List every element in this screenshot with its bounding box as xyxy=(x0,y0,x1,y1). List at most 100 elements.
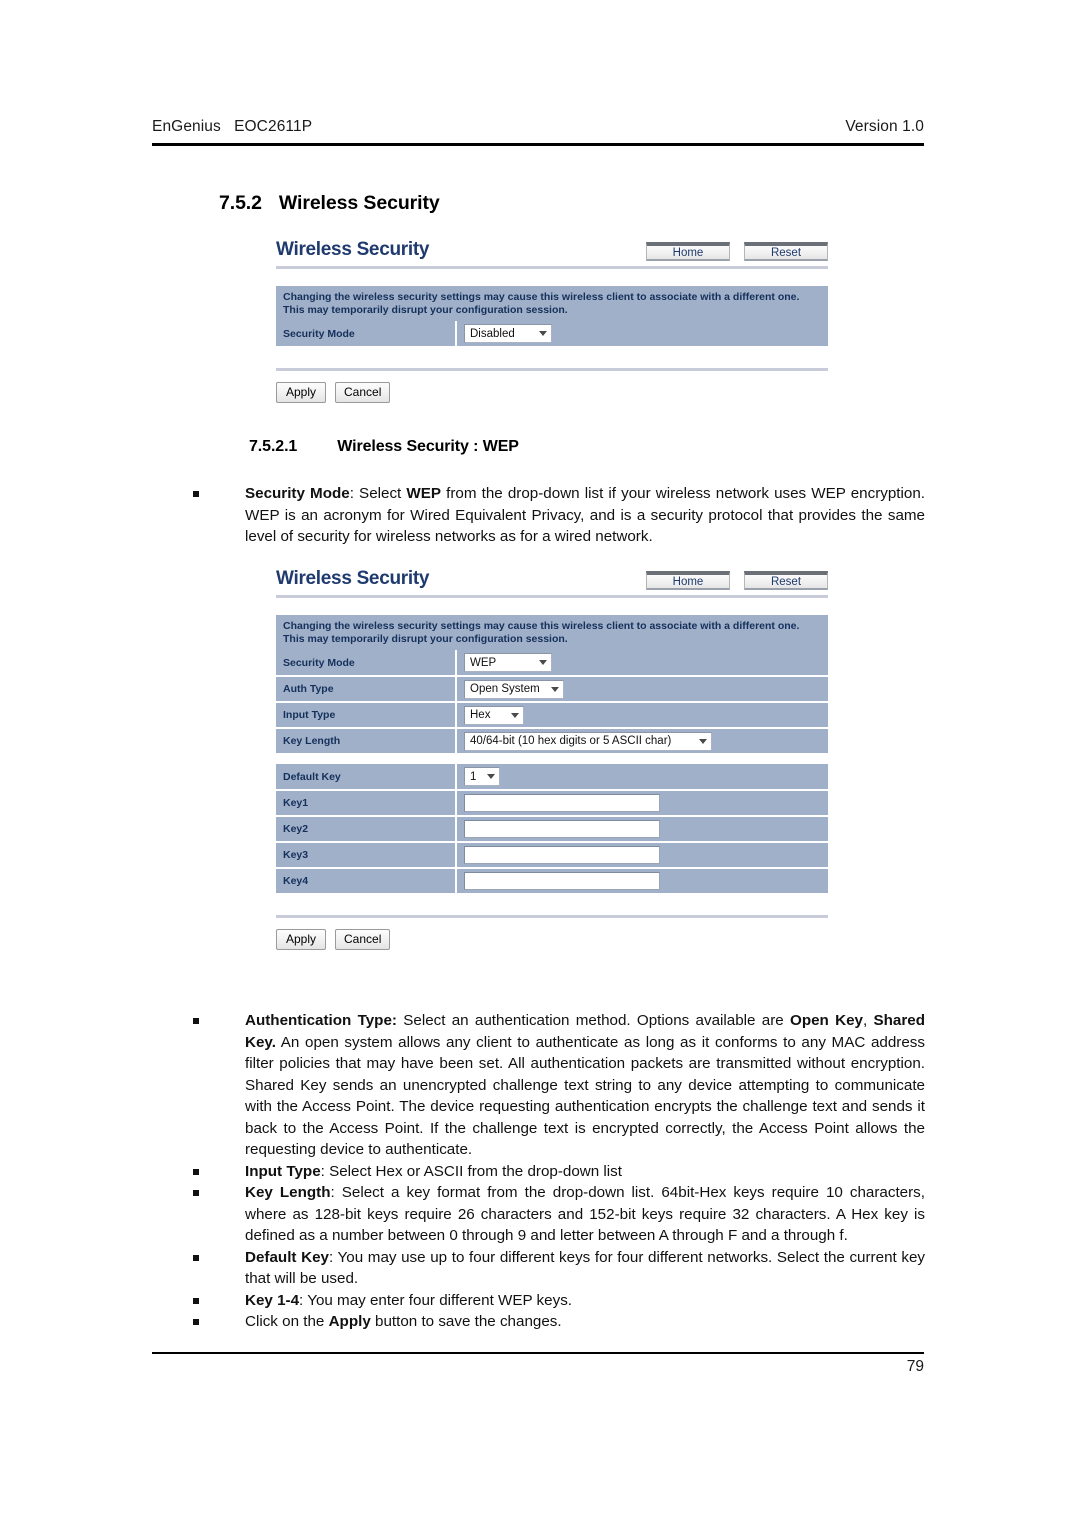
warning-notice: Changing the wireless security settings … xyxy=(276,286,828,321)
panel-nav-buttons: Home Reset xyxy=(646,240,828,261)
field-security-mode: Disabled xyxy=(456,321,828,348)
notice-line-1: Changing the wireless security settings … xyxy=(283,620,800,632)
screenshot-wireless-security-wep: Wireless Security Home Reset Changing th… xyxy=(276,569,828,950)
header-divider xyxy=(152,143,924,146)
panel-action-buttons: Apply Cancel xyxy=(276,929,828,950)
key3-input[interactable] xyxy=(464,846,660,864)
field-default-key: 1 xyxy=(456,764,828,791)
label-key2: Key2 xyxy=(276,816,457,843)
apply-button[interactable]: Apply xyxy=(276,929,326,950)
running-header: EnGenius EOC2611P Version 1.0 xyxy=(152,118,924,136)
header-version: Version 1.0 xyxy=(845,118,924,135)
field-key4 xyxy=(456,868,828,895)
bullet-authentication-type: Authentication Type: Select an authentic… xyxy=(190,1010,925,1161)
panel-header: Wireless Security Home Reset xyxy=(276,240,828,261)
document-page: EnGenius EOC2611P Version 1.0 7.5.2 Wirel… xyxy=(0,0,1080,1527)
panel-title: Wireless Security xyxy=(276,568,430,589)
security-mode-select[interactable]: WEP xyxy=(464,653,552,673)
field-key1 xyxy=(456,790,828,817)
bullet-default-key: Default Key: You may use up to four diff… xyxy=(190,1247,925,1290)
home-button[interactable]: Home xyxy=(646,571,730,590)
footer-divider xyxy=(152,1352,924,1354)
section-heading-7-5-2-1: 7.5.2.1 Wireless Security : WEP xyxy=(249,438,519,456)
panel-header: Wireless Security Home Reset xyxy=(276,569,828,590)
security-mode-select[interactable]: Disabled xyxy=(464,324,552,344)
apply-button[interactable]: Apply xyxy=(276,382,326,403)
chevron-down-icon xyxy=(487,774,495,780)
table-row-security-mode: Security Mode Disabled xyxy=(276,321,828,348)
screenshot-wireless-security-disabled: Wireless Security Home Reset Changing th… xyxy=(276,240,828,403)
field-auth-type: Open System xyxy=(456,676,828,703)
label-default-key: Default Key xyxy=(276,764,457,791)
key-length-select[interactable]: 40/64-bit (10 hex digits or 5 ASCII char… xyxy=(464,731,712,751)
subsection-title: Wireless Security : WEP xyxy=(337,438,519,455)
security-mode-value: Disabled xyxy=(470,327,515,340)
section-title: Wireless Security xyxy=(278,192,440,214)
header-product-name: EnGenius EOC2611P xyxy=(152,118,313,135)
label-key1: Key1 xyxy=(276,790,457,817)
default-key-select[interactable]: 1 xyxy=(464,767,500,787)
notice-line-2: This may temporarily disrupt your config… xyxy=(283,303,568,316)
table-row-default-key: Default Key 1 xyxy=(276,764,828,791)
section-number: 7.5.2 xyxy=(219,192,262,214)
field-key3 xyxy=(456,842,828,869)
table-row-auth-type: Auth Type Open System xyxy=(276,676,828,703)
warning-notice: Changing the wireless security settings … xyxy=(276,615,828,650)
chevron-down-icon xyxy=(539,660,547,666)
key2-input[interactable] xyxy=(464,820,660,838)
label-auth-type: Auth Type xyxy=(276,676,457,703)
label-security-mode: Security Mode xyxy=(276,321,457,348)
bullet-apply: Click on the Apply button to save the ch… xyxy=(190,1311,925,1333)
input-type-select[interactable]: Hex xyxy=(464,705,524,725)
bullet-key-1-4: Key 1-4: You may enter four different WE… xyxy=(190,1290,925,1312)
page-number: 79 xyxy=(906,1358,924,1375)
bullet-group-wep-settings: Authentication Type: Select an authentic… xyxy=(190,1010,925,1333)
field-input-type: Hex xyxy=(456,702,828,729)
label-security-mode: Security Mode xyxy=(276,650,457,677)
home-button[interactable]: Home xyxy=(646,242,730,261)
input-type-value: Hex xyxy=(470,709,491,722)
key-length-value: 40/64-bit (10 hex digits or 5 ASCII char… xyxy=(470,735,672,748)
field-key2 xyxy=(456,816,828,843)
bullet-security-mode: Security Mode: Select WEP from the drop-… xyxy=(190,483,925,548)
key4-input[interactable] xyxy=(464,872,660,890)
label-key4: Key4 xyxy=(276,868,457,895)
notice-line-1: Changing the wireless security settings … xyxy=(283,291,800,303)
chevron-down-icon xyxy=(539,331,547,337)
chevron-down-icon xyxy=(699,738,707,744)
cancel-button[interactable]: Cancel xyxy=(335,382,391,403)
key1-input[interactable] xyxy=(464,794,660,812)
table-row-key4: Key4 xyxy=(276,868,828,895)
table-row-key3: Key3 xyxy=(276,842,828,869)
label-key-length: Key Length xyxy=(276,728,457,755)
reset-button[interactable]: Reset xyxy=(744,571,828,590)
section-heading-7-5-2: 7.5.2 Wireless Security xyxy=(219,192,440,215)
table-row-input-type: Input Type Hex xyxy=(276,702,828,729)
notice-line-2: This may temporarily disrupt your config… xyxy=(283,632,568,645)
table-spacer xyxy=(276,754,828,764)
cancel-button[interactable]: Cancel xyxy=(335,929,391,950)
label-key3: Key3 xyxy=(276,842,457,869)
auth-type-select[interactable]: Open System xyxy=(464,679,564,699)
table-row-key1: Key1 xyxy=(276,790,828,817)
chevron-down-icon xyxy=(511,712,519,718)
security-settings-table: Security Mode Disabled xyxy=(276,321,828,348)
subsection-number: 7.5.2.1 xyxy=(249,438,298,455)
chevron-down-icon xyxy=(551,686,559,692)
table-spacer-cell xyxy=(276,754,828,764)
bullet-key-length: Key Length: Select a key format from the… xyxy=(190,1182,925,1247)
panel-nav-buttons: Home Reset xyxy=(646,569,828,590)
table-row-security-mode: Security Mode WEP xyxy=(276,650,828,677)
field-security-mode: WEP xyxy=(456,650,828,677)
panel-title: Wireless Security xyxy=(276,239,430,260)
panel-action-buttons: Apply Cancel xyxy=(276,382,828,403)
wep-settings-table: Security Mode WEP Auth Type Open System xyxy=(276,650,828,895)
auth-type-value: Open System xyxy=(470,683,540,696)
security-mode-value: WEP xyxy=(470,656,497,669)
bullet-group-security-mode: Security Mode: Select WEP from the drop-… xyxy=(190,483,925,548)
default-key-value: 1 xyxy=(470,770,477,783)
reset-button[interactable]: Reset xyxy=(744,242,828,261)
table-row-key2: Key2 xyxy=(276,816,828,843)
field-key-length: 40/64-bit (10 hex digits or 5 ASCII char… xyxy=(456,728,828,755)
table-row-key-length: Key Length 40/64-bit (10 hex digits or 5… xyxy=(276,728,828,755)
